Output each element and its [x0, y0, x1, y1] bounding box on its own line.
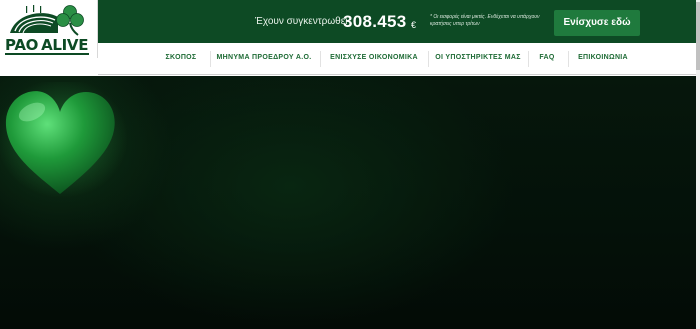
logo-text-right: ALIVE [41, 36, 89, 54]
logo-text-left: PAO [5, 36, 39, 54]
nav-separator [320, 51, 321, 67]
nav-item-contact[interactable]: ΕΠΙΚΟΙΝΩΝΙΑ [572, 43, 634, 75]
main-nav: ΣΚΟΠΟΣ ΜΗΝΥΜΑ ΠΡΟΕΔΡΟΥ Α.Ο. ΕΝΙΣΧΥΣΕ ΟΙΚ… [98, 43, 696, 75]
nav-item-support-financially[interactable]: ΕΝΙΣΧΥΣΕ ΟΙΚΟΝΟΜΙΚΑ [324, 43, 424, 75]
raised-label: Έχουν συγκεντρωθεί [255, 16, 348, 27]
page: PAO ALIVE Έχουν συγκεντρωθεί 308.453 € * … [0, 0, 696, 329]
nav-item-purpose[interactable]: ΣΚΟΠΟΣ [156, 43, 206, 75]
logo-wordmark: PAO ALIVE [5, 35, 93, 55]
raised-amount: 308.453 [343, 12, 407, 31]
stadium-clover-logo-icon [10, 5, 84, 36]
green-heart-icon [0, 82, 128, 198]
nav-separator [210, 51, 211, 67]
logo-underline [5, 53, 89, 55]
nav-item-supporters[interactable]: ΟΙ ΥΠΟΣΤΗΡΙΚΤΕΣ ΜΑΣ [432, 43, 524, 75]
nav-separator [568, 51, 569, 67]
top-bar: Έχουν συγκεντρωθεί 308.453 € * Οι εισφορ… [98, 0, 696, 43]
donate-button[interactable]: Ενίσχυσε εδώ [554, 10, 640, 36]
nav-separator [428, 51, 429, 67]
scrollbar-thumb[interactable] [696, 2, 700, 70]
nav-item-president-message[interactable]: ΜΗΝΥΜΑ ΠΡΟΕΔΡΟΥ Α.Ο. [212, 43, 316, 75]
hero-banner [0, 76, 696, 329]
site-logo[interactable]: PAO ALIVE [0, 0, 98, 58]
currency-symbol: € [411, 20, 417, 30]
contributions-note: * Οι εισφορές είναι μικτές. Ενδέχεται να… [430, 14, 540, 27]
nav-separator [528, 51, 529, 67]
nav-item-faq[interactable]: FAQ [530, 43, 564, 75]
